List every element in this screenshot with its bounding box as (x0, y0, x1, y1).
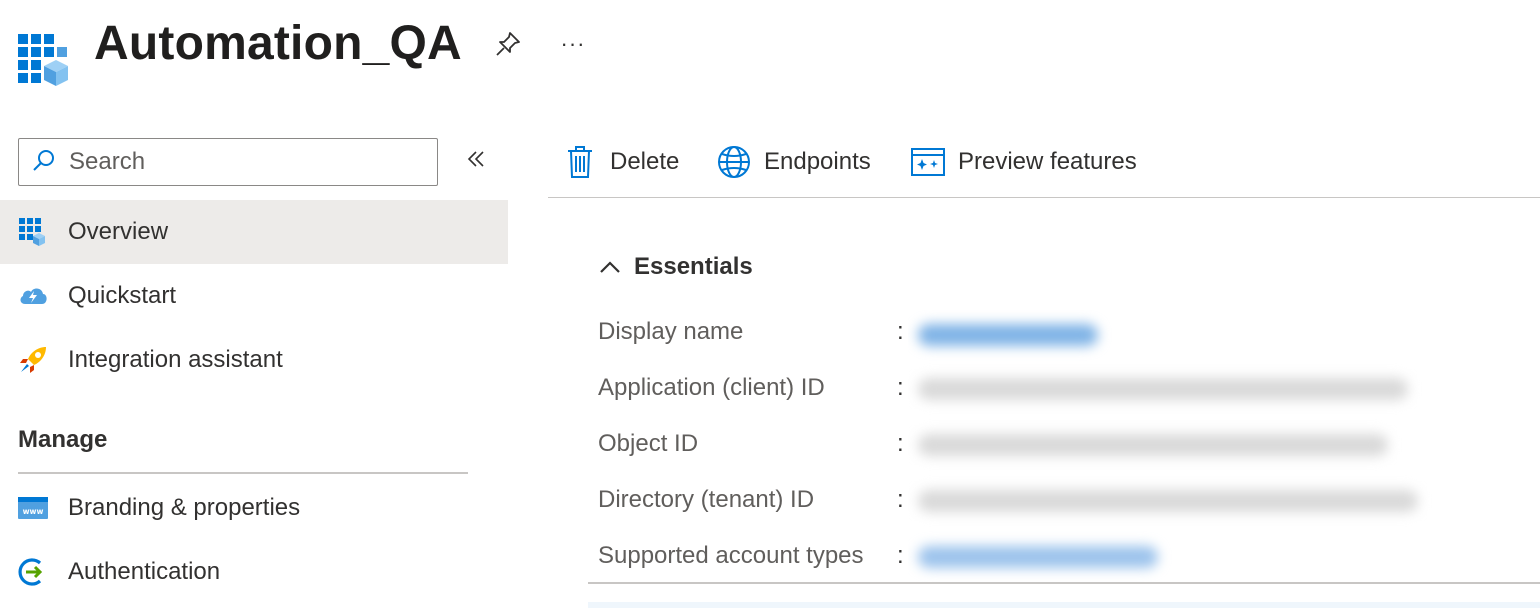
field-separator: : (897, 542, 904, 569)
rocket-icon (18, 345, 48, 375)
delete-button[interactable]: Delete (562, 142, 679, 182)
page-title: Automation_QA (94, 17, 462, 70)
svg-text:www: www (23, 507, 44, 516)
search-icon (31, 147, 57, 178)
app-registration-icon (18, 34, 70, 86)
preview-features-label: Preview features (958, 148, 1137, 175)
pin-button[interactable] (490, 28, 526, 64)
overview-grid-icon (18, 217, 48, 247)
preview-features-button[interactable]: Preview features (910, 142, 1137, 182)
account-types-label: Supported account types (598, 542, 864, 569)
manage-section-header: Manage (18, 426, 108, 453)
more-options-button[interactable]: ··· (555, 26, 591, 62)
field-separator: : (897, 430, 904, 457)
object-id-value-redacted (918, 434, 1388, 456)
globe-icon (716, 144, 752, 180)
info-banner (588, 602, 1540, 608)
trash-icon (562, 144, 598, 180)
field-separator: : (897, 486, 904, 513)
sidebar-item-overview[interactable]: Overview (0, 200, 508, 264)
sidebar-item-quickstart[interactable]: Quickstart (0, 264, 508, 328)
sidebar-item-label: Overview (68, 218, 169, 245)
tenant-id-label: Directory (tenant) ID (598, 486, 815, 513)
sidebar: Overview Quickstart Integration assistan… (0, 128, 508, 608)
double-chevron-left-icon (465, 148, 487, 177)
redacted-values (908, 310, 1438, 585)
page-header: Automation_QA ··· (0, 0, 1540, 96)
quickstart-cloud-icon (18, 281, 48, 311)
display-name-label: Display name (598, 318, 744, 345)
essentials-toggle[interactable]: Essentials (596, 248, 753, 286)
endpoints-label: Endpoints (764, 148, 871, 175)
essentials-divider (588, 582, 1540, 584)
section-divider (18, 472, 468, 474)
account-types-link-redacted[interactable] (918, 546, 1158, 568)
field-separator: : (897, 318, 904, 345)
www-icon: www (18, 493, 48, 523)
sidebar-item-branding[interactable]: www Branding & properties (0, 476, 508, 540)
pin-icon (493, 29, 523, 64)
chevron-up-icon (596, 253, 624, 281)
display-name-link-redacted[interactable] (918, 324, 1098, 346)
sidebar-item-label: Authentication (68, 558, 221, 585)
object-id-label: Object ID (598, 430, 699, 457)
client-id-value-redacted (918, 378, 1408, 400)
client-id-label: Application (client) ID (598, 374, 825, 401)
preview-features-icon (910, 144, 946, 180)
collapse-sidebar-button[interactable] (460, 146, 492, 178)
tenant-id-value-redacted (918, 490, 1418, 512)
sidebar-item-label: Branding & properties (68, 494, 301, 521)
sidebar-item-label: Integration assistant (68, 346, 283, 373)
essentials-title: Essentials (634, 253, 753, 280)
authentication-icon (18, 557, 48, 587)
search-box[interactable] (18, 138, 438, 186)
sidebar-item-integration-assistant[interactable]: Integration assistant (0, 328, 508, 392)
endpoints-button[interactable]: Endpoints (716, 142, 871, 182)
command-bar: Delete Endpoints Preview features (548, 128, 1540, 198)
field-separator: : (897, 374, 904, 401)
sidebar-item-label: Quickstart (68, 282, 177, 309)
sidebar-item-authentication[interactable]: Authentication (0, 540, 508, 604)
delete-label: Delete (610, 148, 680, 175)
search-input[interactable] (67, 147, 407, 177)
